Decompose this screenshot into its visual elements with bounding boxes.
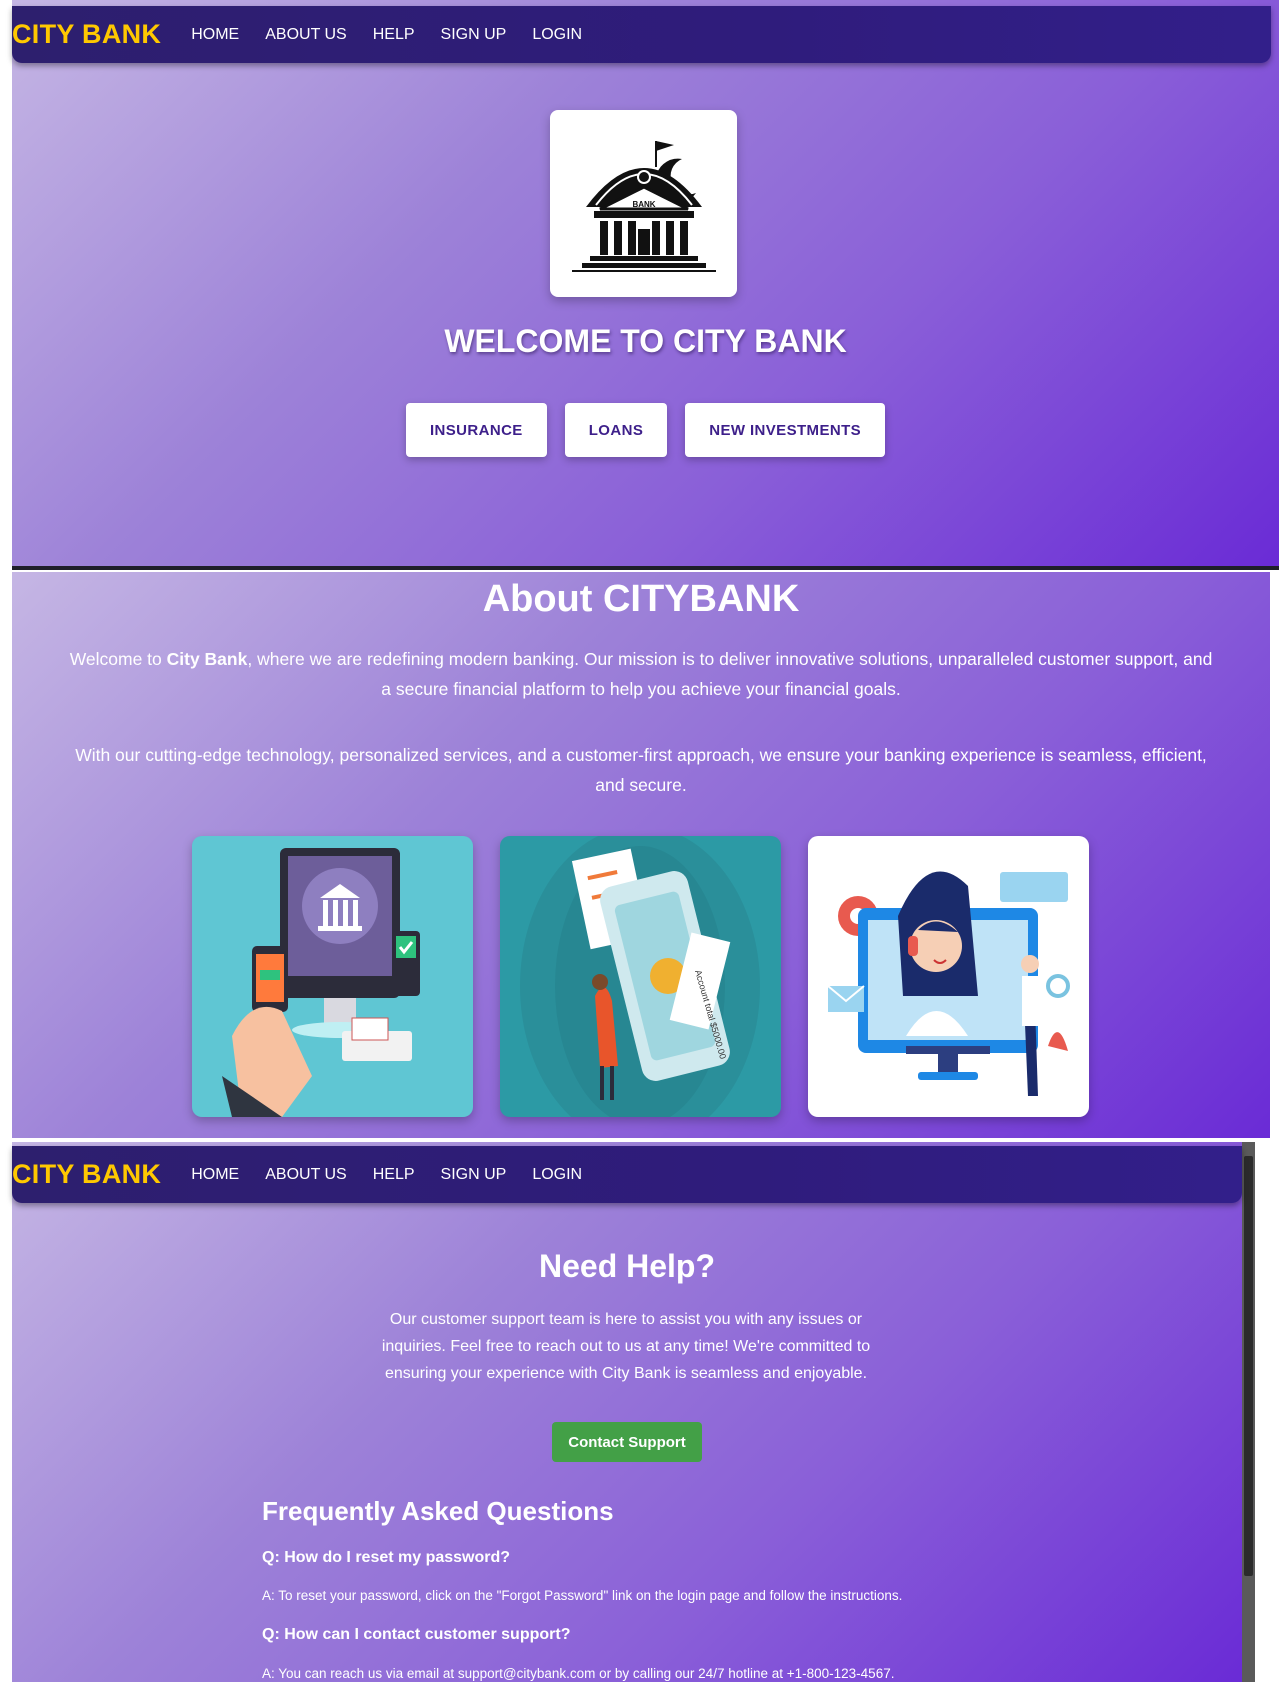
help-section: Need Help? Our customer support team is … bbox=[12, 1142, 1242, 1682]
city-bank-bold: City Bank bbox=[166, 649, 248, 669]
customer-support-illustration bbox=[827, 871, 1070, 1096]
faq-answer-2: A: You can reach us via email at support… bbox=[262, 1666, 895, 1681]
loans-button[interactable]: LOANS bbox=[564, 403, 668, 457]
about-title: About CITYBANK bbox=[482, 578, 800, 620]
faq-title: Frequently Asked Questions bbox=[262, 1496, 614, 1526]
nav-about-us[interactable]: ABOUT US bbox=[265, 26, 347, 44]
about-paragraph-2: With our cutting-edge technology, person… bbox=[75, 745, 1207, 795]
nav-login-2[interactable]: LOGIN bbox=[532, 1166, 582, 1184]
mobile-account-illustration: Account total $5000.00 bbox=[520, 836, 760, 1117]
top-navbar: CITY BANK HOME ABOUT US HELP SIGN UP LOG… bbox=[12, 6, 1271, 63]
card-mobile-account: Account total $5000.00 bbox=[500, 836, 781, 1117]
brand-logo-text[interactable]: CITY BANK bbox=[12, 19, 161, 50]
about-section: About CITYBANK Welcome to City Bank, whe… bbox=[12, 572, 1270, 1138]
card-online-banking bbox=[192, 836, 473, 1117]
insurance-button[interactable]: INSURANCE bbox=[405, 403, 547, 457]
card-customer-support bbox=[808, 836, 1089, 1117]
nav-home[interactable]: HOME bbox=[191, 26, 239, 44]
brand-logo-text-2[interactable]: CITY BANK bbox=[12, 1159, 161, 1190]
faq-question-1: Q: How do I reset my password? bbox=[262, 1549, 511, 1566]
scrollbar-thumb[interactable] bbox=[1244, 1156, 1253, 1576]
help-navbar: CITY BANK HOME ABOUT US HELP SIGN UP LOG… bbox=[12, 1146, 1242, 1203]
nav-links: HOME ABOUT US HELP SIGN UP LOGIN bbox=[191, 26, 608, 44]
hero-section: BANK WELCOME TO CITY BANK INSURANCE LOAN… bbox=[12, 0, 1279, 568]
svg-text:BANK: BANK bbox=[632, 200, 655, 209]
hero-title: WELCOME TO CITY BANK bbox=[444, 323, 847, 359]
about-paragraph-1: Welcome to City Bank, where we are redef… bbox=[69, 649, 1213, 699]
nav-login[interactable]: LOGIN bbox=[532, 26, 582, 44]
section-divider bbox=[12, 566, 1279, 570]
nav-home-2[interactable]: HOME bbox=[191, 1166, 239, 1184]
new-investments-button[interactable]: NEW INVESTMENTS bbox=[685, 403, 886, 457]
nav-help[interactable]: HELP bbox=[373, 26, 415, 44]
help-description: Our customer support team is here to ass… bbox=[381, 1311, 871, 1382]
nav-about-us-2[interactable]: ABOUT US bbox=[265, 1166, 347, 1184]
bank-building-icon: BANK bbox=[571, 140, 716, 272]
nav-help-2[interactable]: HELP bbox=[373, 1166, 415, 1184]
hero-buttons: INSURANCE LOANS NEW INVESTMENTS bbox=[12, 403, 1279, 457]
online-banking-illustration bbox=[222, 848, 420, 1117]
nav-links-2: HOME ABOUT US HELP SIGN UP LOGIN bbox=[191, 1166, 608, 1184]
faq-question-2: Q: How can I contact customer support? bbox=[262, 1626, 571, 1643]
vertical-scrollbar[interactable] bbox=[1242, 1142, 1255, 1682]
help-title: Need Help? bbox=[538, 1248, 716, 1284]
nav-sign-up-2[interactable]: SIGN UP bbox=[441, 1166, 507, 1184]
nav-sign-up[interactable]: SIGN UP bbox=[441, 26, 507, 44]
faq-answer-1: A: To reset your password, click on the … bbox=[262, 1588, 903, 1603]
bank-logo: BANK bbox=[550, 110, 737, 297]
contact-support-button[interactable]: Contact Support bbox=[552, 1422, 702, 1462]
